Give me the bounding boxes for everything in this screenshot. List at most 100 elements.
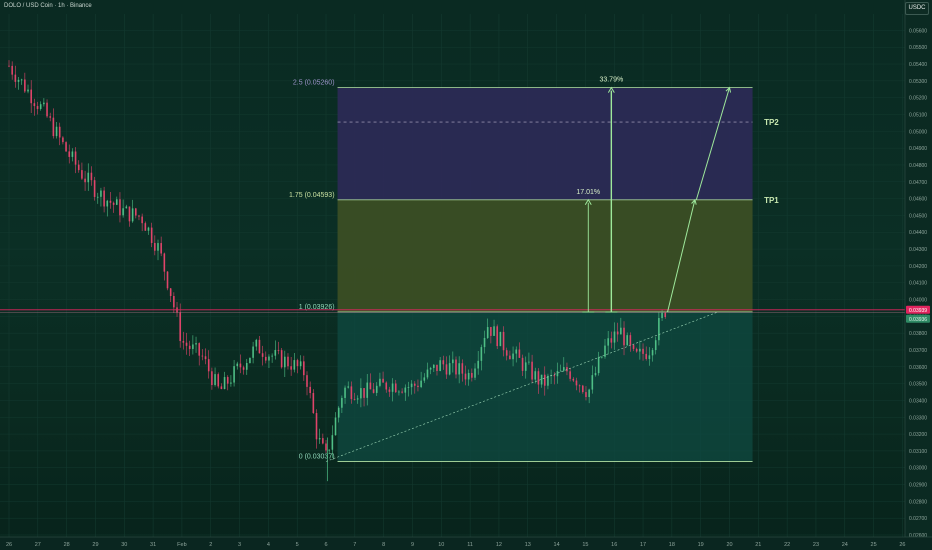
candle-body: [74, 151, 77, 165]
candle-body: [81, 170, 83, 179]
candle-body: [461, 363, 464, 374]
candle-body: [420, 380, 422, 388]
time-tick-label: 7: [353, 542, 356, 548]
candle-body: [163, 253, 166, 272]
candle-body: [407, 387, 410, 388]
candle-body: [71, 151, 74, 157]
current-price-sub-value: 0.03936: [909, 317, 927, 323]
candle-body: [271, 355, 273, 357]
candle-body: [486, 327, 489, 338]
candle-body: [106, 200, 109, 207]
candle-body: [128, 206, 131, 222]
candle-body: [353, 399, 356, 400]
candle-body: [195, 343, 197, 345]
price-tick-label: 0.03000: [909, 466, 927, 472]
candle-body: [252, 346, 254, 358]
price-tick-label: 0.03800: [909, 331, 927, 337]
candle-body: [433, 364, 435, 368]
candle-body: [483, 337, 486, 348]
candle-body: [284, 356, 286, 368]
price-tick-label: 0.04400: [909, 230, 927, 236]
candle-body: [613, 331, 616, 343]
candle-body: [112, 202, 115, 205]
candle-body: [366, 382, 369, 398]
candle-body: [524, 362, 527, 371]
candle-body: [601, 356, 603, 358]
candle-body: [49, 116, 52, 118]
candle-body: [556, 371, 559, 377]
candle-body: [537, 371, 540, 385]
candle-body: [445, 364, 448, 375]
price-tick-label: 0.05000: [909, 129, 927, 135]
time-tick-label: 13: [525, 542, 531, 548]
candle-body: [382, 378, 384, 383]
candle-body: [138, 215, 140, 217]
candle-body: [220, 386, 223, 389]
time-tick-label: 12: [496, 542, 502, 548]
time-tick-label: 5: [296, 542, 299, 548]
candle-body: [299, 361, 302, 367]
candle-body: [312, 392, 315, 414]
candle-body: [452, 359, 454, 364]
candle-body: [14, 74, 17, 82]
candle-body: [58, 126, 61, 138]
symbol-title[interactable]: DOLO / USD Coin · 1h · Binance: [4, 3, 92, 9]
candle-body: [303, 361, 305, 376]
time-tick-label: 29: [92, 542, 98, 548]
candle-body: [293, 360, 296, 370]
price-tick-label: 0.02900: [909, 483, 927, 489]
candle-body: [639, 348, 641, 352]
fib-zones: 2.5 (0.05260)1.75 (0.04593)1 (0.03926)0 …: [289, 80, 753, 462]
time-tick-label: 21: [755, 542, 761, 548]
candle-body: [277, 350, 280, 351]
candle-body: [607, 338, 609, 346]
candle-body: [77, 164, 80, 171]
candle-body: [160, 243, 162, 254]
time-tick-label: 22: [784, 542, 790, 548]
price-axis[interactable]: 0.05600 0.05500 0.05400 0.05300 0.05200 0.051…: [904, 0, 932, 550]
price-tick-label: 0.03200: [909, 432, 927, 438]
price-tick-label: 0.05300: [909, 79, 927, 85]
time-tick-label: 24: [842, 542, 848, 548]
price-tick-label: 0.03600: [909, 365, 927, 371]
candle-body: [287, 356, 289, 367]
candle-body: [318, 438, 321, 440]
candle-body: [296, 360, 299, 367]
time-tick-label: 27: [35, 542, 41, 548]
candle-body: [39, 104, 42, 109]
currency-badge[interactable]: USDC: [905, 2, 929, 15]
time-axis[interactable]: 26 27 28 29 30 31 Feb 2 3 4 5 6 7 8 9 10 11 12 13 14 15 16 17 1…: [0, 536, 932, 550]
time-tick-label: 26: [6, 542, 12, 548]
candle-body: [55, 126, 58, 137]
fib-level-label: 2.5 (0.05260): [293, 80, 335, 87]
candle-body: [512, 353, 514, 360]
candle-body: [43, 102, 45, 105]
candle-body: [230, 382, 232, 384]
price-tick-label: 0.04200: [909, 264, 927, 270]
candle-body: [46, 102, 48, 117]
candle-body: [226, 377, 229, 384]
price-tick-label: 0.04600: [909, 197, 927, 203]
candle-body: [30, 89, 32, 104]
candle-body: [179, 312, 181, 342]
price-tick-label: 0.04700: [909, 180, 927, 186]
candle-body: [331, 435, 334, 450]
time-tick-label: Feb: [177, 542, 186, 548]
candle-body: [591, 375, 594, 390]
candle-body: [521, 357, 524, 371]
candle-body: [214, 374, 216, 386]
candle-body: [559, 370, 562, 372]
candle-body: [150, 227, 153, 243]
price-tick-label: 0.03100: [909, 449, 927, 455]
price-chart[interactable]: 2.5 (0.05260)1.75 (0.04593)1 (0.03926)0 …: [0, 0, 932, 550]
candle-body: [629, 335, 632, 346]
measure-label: 33.79%: [599, 77, 623, 84]
candle-body: [426, 369, 429, 378]
candle-body: [100, 190, 102, 197]
time-tick-label: 17: [640, 542, 646, 548]
candle-body: [458, 363, 460, 375]
candle-body: [154, 242, 156, 251]
fib-level-label: 0 (0.03037): [299, 453, 335, 460]
time-tick-label: 30: [121, 542, 127, 548]
candle-body: [258, 339, 261, 354]
